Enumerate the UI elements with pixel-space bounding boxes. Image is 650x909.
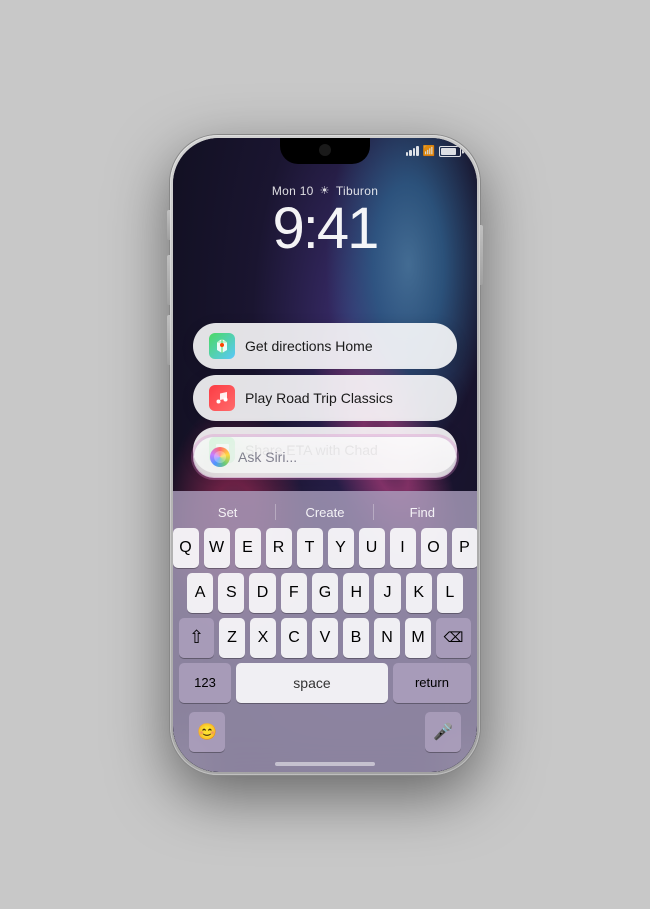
key-p[interactable]: P (452, 528, 478, 568)
mute-button[interactable] (167, 210, 170, 240)
key-b[interactable]: B (343, 618, 369, 658)
key-k[interactable]: K (406, 573, 432, 613)
music-icon (209, 385, 235, 411)
key-d[interactable]: D (249, 573, 275, 613)
key-o[interactable]: O (421, 528, 447, 568)
wifi-icon: 📶 (423, 146, 435, 157)
phone-screen: 📶 Mon 10 ☀︎ Tiburon 9:41 (173, 138, 477, 772)
key-e[interactable]: E (235, 528, 261, 568)
predictive-find[interactable]: Find (374, 503, 471, 522)
volume-up-button[interactable] (167, 255, 170, 305)
predictive-set[interactable]: Set (179, 503, 276, 522)
key-v[interactable]: V (312, 618, 338, 658)
key-n[interactable]: N (374, 618, 400, 658)
suggestion-music[interactable]: Play Road Trip Classics (193, 375, 457, 421)
volume-down-button[interactable] (167, 315, 170, 365)
delete-key[interactable]: ⌫ (436, 618, 471, 658)
key-m[interactable]: M (405, 618, 431, 658)
lock-time: 9:41 (173, 200, 477, 258)
key-t[interactable]: T (297, 528, 323, 568)
key-c[interactable]: C (281, 618, 307, 658)
mic-key[interactable]: 🎤 (425, 712, 461, 752)
key-w[interactable]: W (204, 528, 230, 568)
key-r[interactable]: R (266, 528, 292, 568)
status-icons: 📶 (406, 146, 461, 157)
keyboard: Set Create Find Q W E R T Y U I O P A S (173, 491, 477, 772)
key-row-4: 123 space return (179, 663, 471, 703)
siri-placeholder-text: Ask Siri... (238, 449, 297, 465)
predictive-row: Set Create Find (179, 499, 471, 528)
notch (280, 138, 370, 164)
key-i[interactable]: I (390, 528, 416, 568)
key-g[interactable]: G (312, 573, 338, 613)
key-row-2: A S D F G H J K L (179, 573, 471, 613)
key-j[interactable]: J (374, 573, 400, 613)
siri-logo (210, 447, 230, 467)
key-y[interactable]: Y (328, 528, 354, 568)
camera (319, 144, 331, 156)
key-x[interactable]: X (250, 618, 276, 658)
key-h[interactable]: H (343, 573, 369, 613)
home-indicator[interactable] (275, 762, 375, 766)
numbers-key[interactable]: 123 (179, 663, 231, 703)
key-l[interactable]: L (437, 573, 463, 613)
phone-frame: 📶 Mon 10 ☀︎ Tiburon 9:41 (170, 135, 480, 775)
key-u[interactable]: U (359, 528, 385, 568)
key-f[interactable]: F (281, 573, 307, 613)
siri-input-container[interactable]: Ask Siri... (193, 436, 457, 478)
suggestion-directions-text: Get directions Home (245, 338, 373, 354)
maps-icon (209, 333, 235, 359)
battery-icon (439, 146, 461, 157)
emoji-key[interactable]: 😊 (189, 712, 225, 752)
suggestion-music-text: Play Road Trip Classics (245, 390, 393, 406)
lock-info: Mon 10 ☀︎ Tiburon 9:41 (173, 184, 477, 258)
key-s[interactable]: S (218, 573, 244, 613)
key-q[interactable]: Q (173, 528, 199, 568)
key-a[interactable]: A (187, 573, 213, 613)
shift-key[interactable]: ⇧ (179, 618, 214, 658)
space-key[interactable]: space (236, 663, 388, 703)
power-button[interactable] (480, 225, 483, 285)
key-row-1: Q W E R T Y U I O P (179, 528, 471, 568)
return-key[interactable]: return (393, 663, 471, 703)
predictive-create[interactable]: Create (276, 503, 373, 522)
suggestion-directions[interactable]: Get directions Home (193, 323, 457, 369)
signal-icon (406, 146, 419, 156)
key-z[interactable]: Z (219, 618, 245, 658)
key-row-3: ⇧ Z X C V B N M ⌫ (179, 618, 471, 658)
keyboard-bottom-bar: 😊 🎤 (179, 708, 471, 752)
